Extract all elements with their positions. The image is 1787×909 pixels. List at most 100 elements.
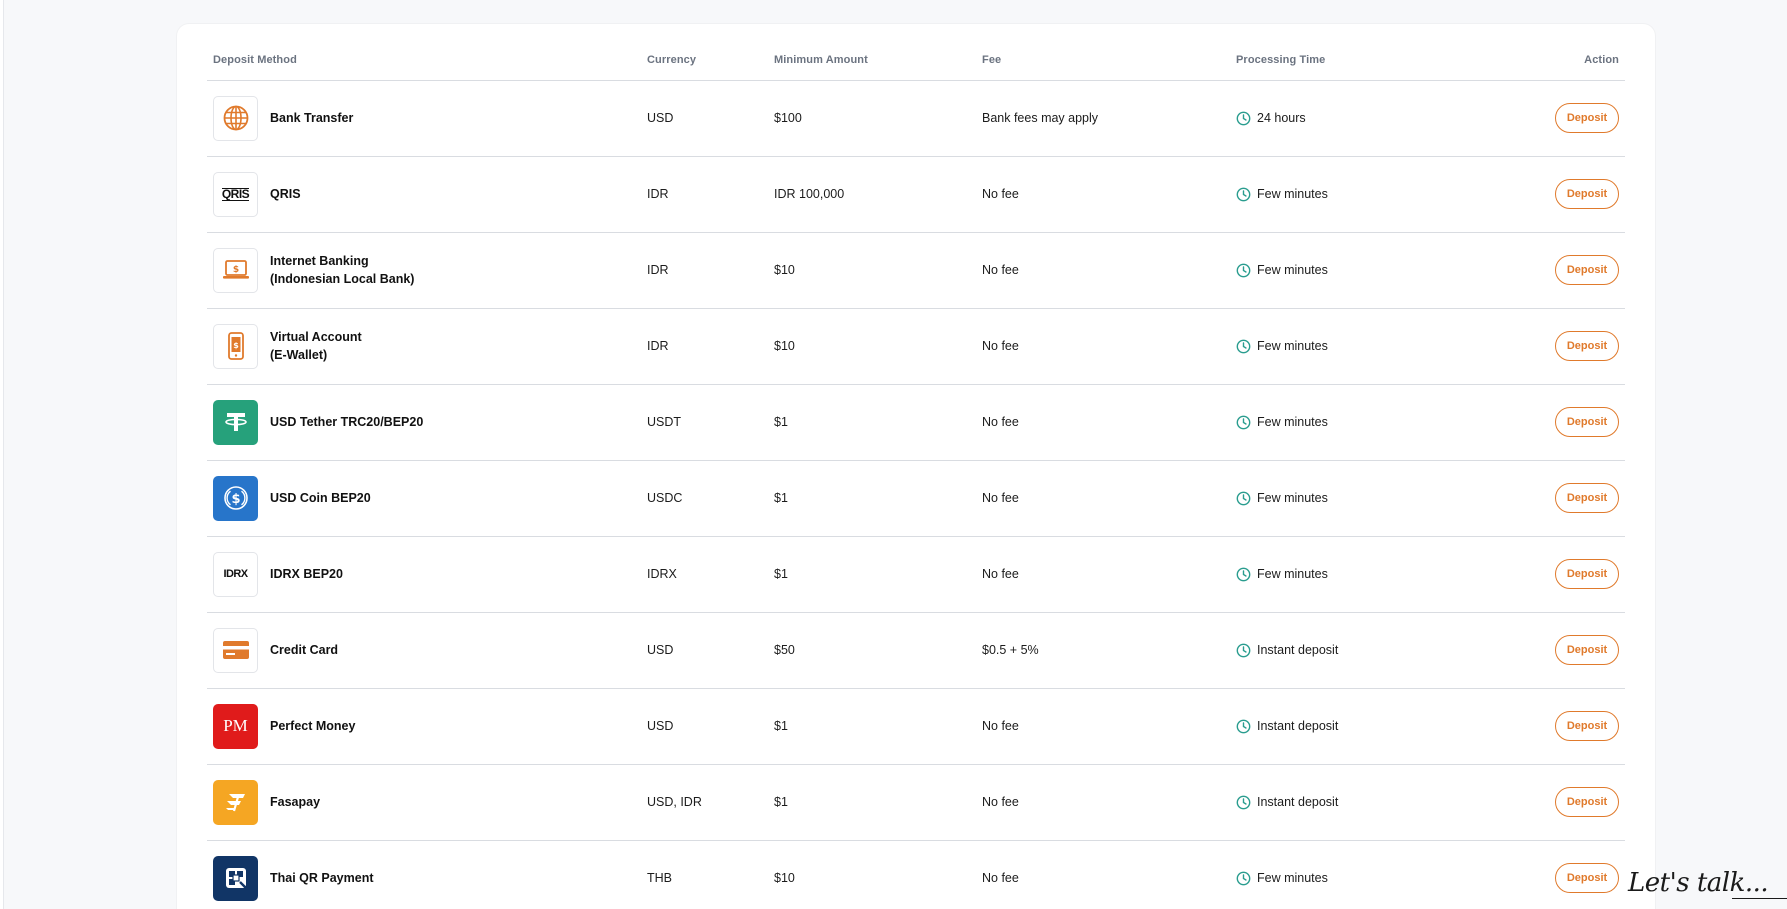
laptop-dollar-icon: $ [213, 247, 258, 293]
cell-currency: USD [647, 80, 774, 157]
credit-card-icon [213, 627, 258, 673]
cell-action: Deposit [1486, 612, 1625, 689]
clock-icon [1236, 871, 1251, 886]
cell-currency: USDC [647, 460, 774, 537]
method-name-line: Bank Transfer [270, 111, 354, 125]
processing-wrap: Few minutes [1236, 263, 1486, 278]
method-wrap: $ Virtual Account (E-Wallet) [213, 323, 647, 369]
method-name-line: Thai QR Payment [270, 871, 374, 885]
method-name: QRIS [270, 185, 301, 203]
lets-talk-label: Let's talk... [1628, 868, 1769, 898]
cell-processing-time: Instant deposit [1236, 612, 1486, 689]
deposit-button[interactable]: Deposit [1555, 255, 1619, 285]
cell-fee: $0.5 + 5% [982, 612, 1236, 689]
cell-minimum-amount: $100 [774, 80, 982, 157]
table-row: Fasapay USD, IDR $1 No fee Instant deposit De… [207, 764, 1625, 841]
table-row: QRIS QRIS IDR IDR 100,000 No fee Few minutes D… [207, 156, 1625, 233]
processing-time-text: Few minutes [1257, 491, 1328, 505]
deposit-button[interactable]: Deposit [1555, 179, 1619, 209]
cell-processing-time: Few minutes [1236, 384, 1486, 461]
processing-wrap: Few minutes [1236, 871, 1486, 886]
deposit-button[interactable]: Deposit [1555, 863, 1619, 893]
clock-icon [1236, 567, 1251, 582]
cell-processing-time: Few minutes [1236, 460, 1486, 537]
cell-action: Deposit [1486, 384, 1625, 461]
processing-wrap: Instant deposit [1236, 643, 1486, 658]
cell-deposit-method: Fasapay [207, 764, 647, 841]
header-action: Action [1486, 41, 1625, 81]
processing-wrap: Few minutes [1236, 415, 1486, 430]
processing-time-text: Few minutes [1257, 187, 1328, 201]
thai-qr-logo [213, 855, 258, 901]
cell-fee: No fee [982, 688, 1236, 765]
cell-action: Deposit [1486, 688, 1625, 765]
clock-icon [1236, 491, 1251, 506]
fasapay-logo [213, 779, 258, 825]
method-name-line: QRIS [270, 187, 301, 201]
processing-time-text: Instant deposit [1257, 719, 1339, 733]
method-name: Fasapay [270, 793, 320, 811]
deposit-button[interactable]: Deposit [1555, 407, 1619, 437]
cell-fee: No fee [982, 764, 1236, 841]
idrx-logo: IDRX [213, 551, 258, 597]
cell-currency: USD [647, 612, 774, 689]
processing-wrap: Instant deposit [1236, 795, 1486, 810]
cell-deposit-method: $ USD Coin BEP20 [207, 460, 647, 537]
qris-logo: QRIS [213, 171, 258, 217]
cell-currency: THB [647, 840, 774, 909]
svg-text:$: $ [233, 341, 239, 350]
cell-currency: IDR [647, 156, 774, 233]
cell-processing-time: Few minutes [1236, 232, 1486, 309]
cell-action: Deposit [1486, 536, 1625, 613]
svg-text:$: $ [231, 492, 240, 507]
logo-text: IDRX [223, 568, 248, 580]
cell-currency: USDT [647, 384, 774, 461]
method-name-line: USD Tether TRC20/BEP20 [270, 415, 424, 429]
table-row: Bank Transfer USD $100 Bank fees may apply 2… [207, 80, 1625, 157]
method-name-line: Perfect Money [270, 719, 356, 733]
method-name: Bank Transfer [270, 109, 353, 127]
deposit-methods-table: Deposit Method Currency Minimum Amount F… [207, 41, 1625, 909]
method-name: Virtual Account (E-Wallet) [270, 328, 362, 364]
processing-time-text: Few minutes [1257, 871, 1328, 885]
method-name: Thai QR Payment [270, 869, 374, 887]
svg-text:$: $ [232, 265, 238, 275]
header-fee: Fee [982, 41, 1236, 81]
cell-processing-time: Few minutes [1236, 536, 1486, 613]
tether-logo [213, 399, 258, 445]
cell-minimum-amount: $50 [774, 612, 982, 689]
cell-fee: Bank fees may apply [982, 80, 1236, 157]
processing-wrap: Few minutes [1236, 339, 1486, 354]
method-name-line: Internet Banking [270, 254, 369, 268]
cell-deposit-method: PM Perfect Money [207, 688, 647, 765]
deposit-button[interactable]: Deposit [1555, 483, 1619, 513]
processing-time-text: Few minutes [1257, 339, 1328, 353]
deposit-button[interactable]: Deposit [1555, 559, 1619, 589]
cell-minimum-amount: $10 [774, 308, 982, 385]
processing-time-text: Instant deposit [1257, 643, 1339, 657]
lets-talk-underline [1732, 898, 1787, 899]
lets-talk-chat-widget[interactable]: Let's talk... [1620, 862, 1787, 909]
cell-currency: USD [647, 688, 774, 765]
cell-processing-time: Few minutes [1236, 308, 1486, 385]
cell-action: Deposit [1486, 308, 1625, 385]
clock-icon [1236, 187, 1251, 202]
cell-deposit-method: Thai QR Payment [207, 840, 647, 909]
cell-action: Deposit [1486, 232, 1625, 309]
method-name: Credit Card [270, 641, 338, 659]
deposit-button[interactable]: Deposit [1555, 787, 1619, 817]
method-wrap: Credit Card [213, 627, 647, 673]
cell-fee: No fee [982, 308, 1236, 385]
deposit-button[interactable]: Deposit [1555, 635, 1619, 665]
usdc-logo: $ [213, 475, 258, 521]
method-wrap: IDRX IDRX BEP20 [213, 551, 647, 597]
deposit-button[interactable]: Deposit [1555, 331, 1619, 361]
processing-time-text: Few minutes [1257, 567, 1328, 581]
cell-processing-time: Few minutes [1236, 156, 1486, 233]
deposit-button[interactable]: Deposit [1555, 103, 1619, 133]
header-currency: Currency [647, 41, 774, 81]
processing-wrap: Instant deposit [1236, 719, 1486, 734]
processing-time-text: 24 hours [1257, 111, 1306, 125]
deposit-button[interactable]: Deposit [1555, 711, 1619, 741]
clock-icon [1236, 263, 1251, 278]
